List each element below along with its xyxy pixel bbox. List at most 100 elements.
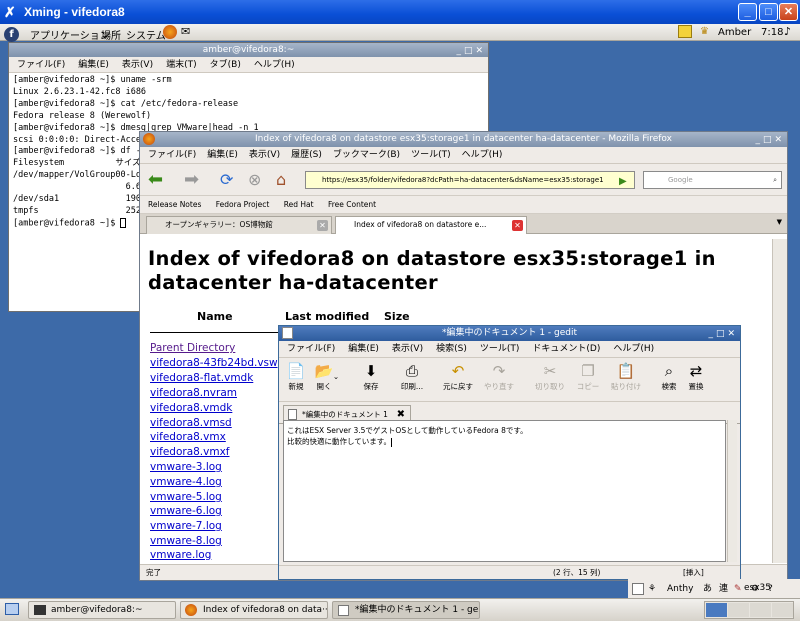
file-link[interactable]: vifedora8-43fb24bd.vswp bbox=[150, 357, 284, 369]
url-bar[interactable]: https://esx35/folder/vifedora8?dcPath=ha… bbox=[305, 171, 635, 189]
forward-icon[interactable]: ➡ bbox=[184, 171, 199, 189]
file-link[interactable]: vmware-7.log bbox=[150, 520, 222, 532]
menu-tabs[interactable]: タブ(B) bbox=[210, 60, 241, 70]
dictionary-icon[interactable]: ✎ bbox=[734, 581, 742, 598]
open-dropdown-icon[interactable]: ⌄ bbox=[330, 372, 342, 381]
menu-file[interactable]: ファイル(F) bbox=[17, 60, 65, 70]
paste-button[interactable]: 📋 貼り付け bbox=[609, 361, 643, 392]
menu-documents[interactable]: ドキュメント(D) bbox=[532, 344, 600, 354]
taskbar-terminal[interactable]: amber@vifedora8:~ bbox=[28, 601, 176, 619]
column-size[interactable]: Size bbox=[384, 310, 410, 323]
file-link[interactable]: vmware-4.log bbox=[150, 476, 222, 488]
gedit-titlebar[interactable]: *編集中のドキュメント 1 - gedit _□✕ bbox=[279, 326, 740, 341]
show-desktop-icon[interactable] bbox=[5, 603, 19, 615]
menu-edit[interactable]: 編集(E) bbox=[348, 344, 379, 354]
workspace-4[interactable] bbox=[772, 603, 793, 617]
window-controls[interactable]: _□✕ bbox=[708, 327, 738, 342]
menu-view[interactable]: 表示(V) bbox=[392, 344, 423, 354]
column-last-modified[interactable]: Last modified bbox=[285, 310, 369, 323]
menu-help[interactable]: ヘルプ(H) bbox=[462, 150, 503, 160]
menu-file[interactable]: ファイル(F) bbox=[148, 150, 196, 160]
minimize-button[interactable]: _ bbox=[738, 3, 757, 21]
parent-directory-link[interactable]: Parent Directory bbox=[150, 342, 235, 354]
home-icon[interactable]: ⌂ bbox=[276, 171, 286, 189]
redo-button[interactable]: ↷ やり直す bbox=[482, 361, 516, 392]
file-link[interactable]: vmware-8.log bbox=[150, 535, 222, 547]
file-link[interactable]: vmware-3.log bbox=[150, 461, 222, 473]
menu-edit[interactable]: 編集(E) bbox=[207, 150, 238, 160]
go-icon[interactable]: ▶ bbox=[619, 173, 627, 191]
file-link[interactable]: vifedora8-flat.vmdk bbox=[150, 372, 253, 384]
back-icon[interactable]: ⬅ bbox=[148, 171, 163, 189]
file-link[interactable]: vifedora8.vmdk bbox=[150, 402, 232, 414]
ime-name[interactable]: Anthy bbox=[667, 581, 693, 598]
stop-icon[interactable]: ⊗ bbox=[248, 171, 261, 189]
workspace-3[interactable] bbox=[750, 603, 771, 617]
workspace-1[interactable] bbox=[706, 603, 727, 617]
menu-system[interactable]: システム bbox=[126, 27, 166, 42]
firefox-titlebar[interactable]: Index of vifedora8 on datastore esx35:st… bbox=[140, 132, 787, 147]
maximize-button[interactable]: □ bbox=[759, 3, 778, 21]
menu-search[interactable]: 検索(S) bbox=[436, 344, 467, 354]
menu-bookmarks[interactable]: ブックマーク(B) bbox=[333, 150, 400, 160]
firefox-launcher-icon[interactable] bbox=[163, 25, 177, 39]
file-link[interactable]: vmware.log bbox=[150, 549, 211, 561]
window-controls[interactable]: _□✕ bbox=[755, 133, 785, 148]
menu-help[interactable]: ヘルプ(H) bbox=[613, 344, 654, 354]
menu-help[interactable]: ヘルプ(H) bbox=[254, 60, 295, 70]
tab-list-icon[interactable]: ▼ bbox=[777, 218, 782, 226]
menu-edit[interactable]: 編集(E) bbox=[78, 60, 109, 70]
window-controls[interactable]: _□✕ bbox=[456, 44, 486, 58]
copy-button[interactable]: ❐ コピー bbox=[571, 361, 605, 392]
menu-tools[interactable]: ツール(T) bbox=[411, 150, 451, 160]
ime-conversion-mode[interactable]: 連 bbox=[719, 581, 728, 598]
save-button[interactable]: ⬇ 保存 bbox=[354, 361, 388, 392]
tab-close-icon[interactable]: ✕ bbox=[512, 220, 523, 231]
menu-view[interactable]: 表示(V) bbox=[122, 60, 153, 70]
workspace-2[interactable] bbox=[728, 603, 749, 617]
file-link[interactable]: vmware-6.log bbox=[150, 505, 222, 517]
preferences-icon[interactable]: ⚙ bbox=[751, 581, 759, 598]
bookmark-release-notes[interactable]: Release Notes bbox=[148, 200, 201, 209]
replace-button[interactable]: ⇄ 置換 bbox=[679, 361, 713, 392]
reload-icon[interactable]: ⟳ bbox=[220, 171, 233, 189]
file-link[interactable]: vifedora8.vmx bbox=[150, 431, 226, 443]
volume-icon[interactable]: ♪ bbox=[784, 25, 791, 38]
search-icon[interactable]: ⌕ bbox=[773, 172, 777, 188]
terminal-titlebar[interactable]: amber@vifedora8:~ _□✕ bbox=[9, 43, 488, 57]
ime-icon[interactable]: ⚘ bbox=[648, 581, 656, 598]
file-link[interactable]: vmware-5.log bbox=[150, 491, 222, 503]
vertical-scrollbar[interactable] bbox=[772, 239, 787, 563]
bookmark-fedora-project[interactable]: Fedora Project bbox=[216, 200, 270, 209]
menu-file[interactable]: ファイル(F) bbox=[287, 344, 335, 354]
ime-input-mode[interactable]: あ bbox=[703, 581, 712, 598]
workspace-switcher[interactable] bbox=[704, 601, 794, 619]
ime-toolbar-icon[interactable] bbox=[632, 583, 644, 595]
xming-titlebar[interactable]: ✗ Xming - vifedora8 _ □ ✕ bbox=[0, 0, 800, 24]
menu-view[interactable]: 表示(V) bbox=[249, 150, 280, 160]
menu-tools[interactable]: ツール(T) bbox=[480, 344, 520, 354]
menu-places[interactable]: 場所 bbox=[101, 27, 121, 42]
file-link[interactable]: vifedora8.vmsd bbox=[150, 417, 232, 429]
undo-button[interactable]: ↶ 元に戻す bbox=[441, 361, 475, 392]
bookmark-free-content[interactable]: Free Content bbox=[328, 200, 376, 209]
taskbar-firefox[interactable]: Index of vifedora8 on data··· bbox=[180, 601, 328, 619]
notes-icon[interactable] bbox=[678, 25, 692, 38]
user-name[interactable]: Amber bbox=[718, 27, 751, 38]
search-input[interactable]: Google ⌕ bbox=[643, 171, 782, 189]
menu-terminal[interactable]: 端末(T) bbox=[166, 60, 197, 70]
cut-button[interactable]: ✂ 切り取り bbox=[533, 361, 567, 392]
help-icon[interactable]: ? bbox=[768, 581, 773, 598]
editor-scrollbar[interactable] bbox=[727, 420, 737, 562]
mail-launcher-icon[interactable]: ✉ bbox=[181, 25, 190, 38]
close-button[interactable]: ✕ bbox=[779, 3, 798, 21]
file-link[interactable]: vifedora8.nvram bbox=[150, 387, 237, 399]
menu-applications[interactable]: アプリケーション bbox=[30, 27, 110, 42]
column-name[interactable]: Name bbox=[197, 310, 233, 323]
tab-close-icon[interactable]: ✕ bbox=[317, 220, 328, 231]
file-link[interactable]: vifedora8.vmxf bbox=[150, 446, 230, 458]
tab-os-museum[interactable]: オープンギャラリー：OS博物館 ✕ bbox=[146, 216, 332, 234]
text-editor[interactable]: これはESX Server 3.5でゲストOSとして動作しているFedora 8… bbox=[283, 420, 726, 562]
fedora-logo-icon[interactable]: f bbox=[4, 27, 19, 42]
menu-history[interactable]: 履歴(S) bbox=[291, 150, 322, 160]
